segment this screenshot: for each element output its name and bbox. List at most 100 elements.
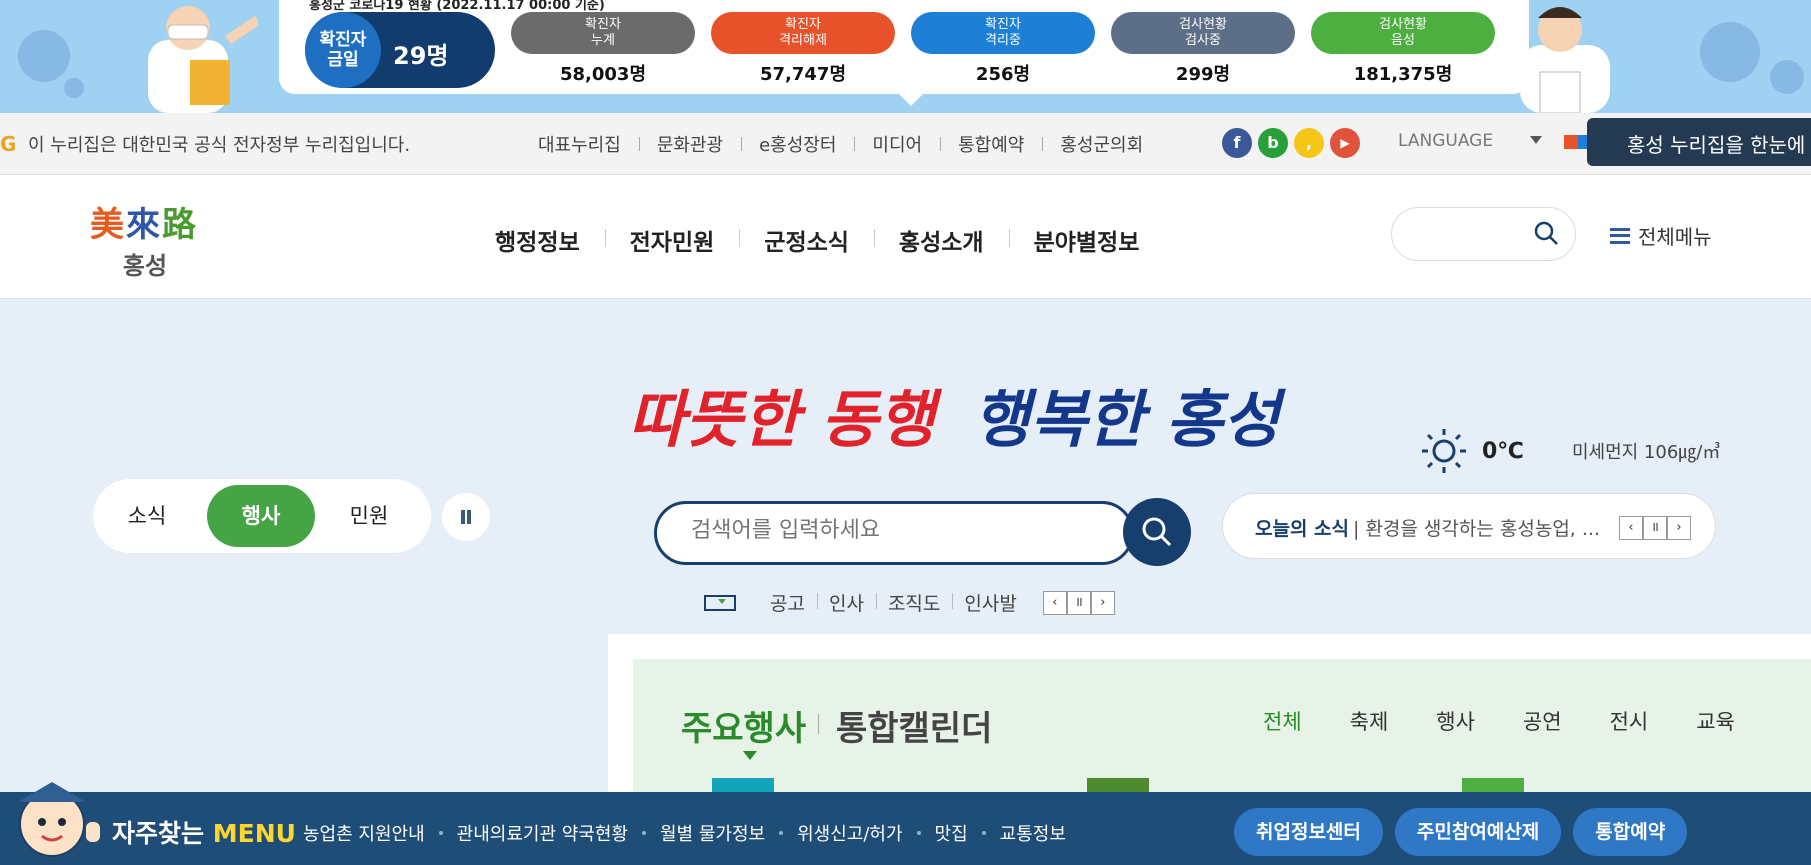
- event-tab-exhibit[interactable]: 전시: [1610, 706, 1649, 736]
- freq-link[interactable]: 관내의료기관 약국현황: [457, 820, 646, 846]
- tab-events[interactable]: 행사: [207, 485, 315, 547]
- tab-civil[interactable]: 민원: [315, 479, 423, 553]
- kakao-icon[interactable]: ,: [1294, 128, 1324, 158]
- utility-bar: G 이 누리집은 대한민국 공식 전자정부 누리집입니다. 대표누리집 문화관광…: [0, 113, 1811, 175]
- today-news-text[interactable]: | 환경을 생각하는 홍성농업, ...: [1353, 514, 1613, 541]
- frequent-buttons: 취업정보센터 주민참여예산제 통합예약: [1234, 808, 1688, 856]
- prev-icon[interactable]: ‹: [1619, 516, 1643, 540]
- event-tab-festival[interactable]: 축제: [1350, 706, 1389, 736]
- facebook-icon[interactable]: f: [1222, 128, 1252, 158]
- event-panel: 주요행사 통합캘린더 전체 축제 행사 공연 전시 교육: [608, 634, 1811, 794]
- stat-negative-value: 181,375명: [1353, 64, 1453, 85]
- logo-sub: 홍성: [122, 252, 168, 280]
- stat-negative-label: 검사현황 음성: [1311, 12, 1495, 54]
- today-confirmed-value: 29명: [393, 42, 449, 70]
- virus-decoration-icon: [64, 78, 84, 98]
- stat-negative: 검사현황 음성 181,375명: [1311, 12, 1495, 86]
- keyword-item[interactable]: 인사: [816, 589, 876, 616]
- nav-about[interactable]: 홍성소개: [873, 223, 1009, 257]
- stat-testing-label: 검사현황 검사중: [1111, 12, 1295, 54]
- freq-link[interactable]: 교통정보: [1000, 820, 1066, 846]
- hongsung-overview-button[interactable]: 홍성 누리집을 한눈에: [1587, 118, 1811, 166]
- today-news: 오늘의 소식 | 환경을 생각하는 홍성농업, ... ‹ ॥ ›: [1222, 493, 1716, 559]
- participatory-budget-button[interactable]: 주민참여예산제: [1394, 808, 1562, 856]
- weather-widget: 0℃ 미세먼지 106㎍/㎥: [1420, 427, 1720, 475]
- stat-testing: 검사현황 검사중 299명: [1111, 12, 1295, 86]
- doctor-illustration-icon: [148, 6, 258, 113]
- util-links: 대표누리집 문화관광 e홍성장터 미디어 통합예약 홍성군의회: [520, 131, 1161, 157]
- popular-keywords: 공고 인사 조직도 인사발 ‹ ॥ ›: [704, 589, 1115, 616]
- freq-link[interactable]: 월별 물가정보: [660, 820, 784, 846]
- card-notch: [899, 94, 923, 106]
- stat-total: 확진자 누계 58,003명: [511, 12, 695, 86]
- next-icon[interactable]: ›: [1090, 590, 1115, 615]
- frequent-links: 농업촌 지원안내 관내의료기관 약국현황 월별 물가정보 위생신고/허가 맛집 …: [303, 820, 1080, 846]
- sns-links: f b , ▶: [1222, 128, 1360, 158]
- util-link-media[interactable]: 미디어: [854, 131, 940, 157]
- search-icon[interactable]: [1533, 220, 1559, 246]
- event-tabs: 전체 축제 행사 공연 전시 교육: [1263, 706, 1783, 736]
- next-icon[interactable]: ›: [1667, 516, 1691, 540]
- stat-total-label: 확진자 누계: [511, 12, 695, 54]
- header-search-box[interactable]: [1391, 207, 1576, 261]
- stat-isolated: 확진자 격리중 256명: [911, 12, 1095, 86]
- pause-icon[interactable]: ॥: [1066, 590, 1091, 615]
- job-center-button[interactable]: 취업정보센터: [1234, 808, 1383, 856]
- nav-e-civil[interactable]: 전자민원: [604, 223, 740, 257]
- gov-notice-text[interactable]: 이 누리집은 대한민국 공식 전자정부 누리집입니다.: [28, 131, 410, 157]
- blog-icon[interactable]: b: [1258, 128, 1288, 158]
- event-title[interactable]: 주요행사: [681, 701, 806, 750]
- frequent-menu-title: 자주찾는 MENU: [112, 819, 296, 848]
- stat-total-value: 58,003명: [559, 64, 647, 85]
- keyword-item[interactable]: 조직도: [875, 589, 952, 616]
- event-caret-icon: [743, 751, 757, 760]
- info-tabs: 소식 행사 민원: [93, 479, 431, 553]
- freq-link[interactable]: 위생신고/허가: [797, 820, 921, 846]
- mascot-icon: [18, 782, 100, 857]
- keyword-item[interactable]: 공고: [758, 589, 817, 616]
- nav-field-info[interactable]: 분야별정보: [1008, 223, 1165, 257]
- nav-admin-info[interactable]: 행정정보: [470, 223, 605, 257]
- fine-dust: 미세먼지 106㎍/㎥: [1571, 442, 1721, 463]
- nav-county-news[interactable]: 군정소식: [739, 223, 874, 257]
- site-logo[interactable]: 美來路 홍성: [90, 197, 210, 280]
- event-tab-event[interactable]: 행사: [1436, 706, 1475, 736]
- event-tab-performance[interactable]: 공연: [1523, 706, 1562, 736]
- stat-isolated-value: 256명: [975, 64, 1031, 85]
- covid-banner: 홍성군 코로나19 현황 (2022.11.17 00:00 기준) 확진자 금일…: [0, 0, 1811, 113]
- util-link-reservation[interactable]: 통합예약: [940, 131, 1042, 157]
- news-controls: ‹ ॥ ›: [1619, 516, 1691, 540]
- keyword-item[interactable]: 인사발: [952, 589, 1028, 616]
- pause-icon[interactable]: ॥: [1643, 516, 1667, 540]
- tab-news[interactable]: 소식: [93, 479, 201, 553]
- reservation-button[interactable]: 통합예약: [1573, 808, 1688, 856]
- freq-link[interactable]: 맛집: [935, 820, 986, 846]
- gov-mark-icon: G: [0, 132, 17, 156]
- main-search-input[interactable]: [691, 518, 1091, 543]
- main-search-box: [654, 501, 1134, 565]
- virus-decoration-icon: [1770, 60, 1804, 94]
- event-tab-education[interactable]: 교육: [1696, 706, 1735, 736]
- util-link-main[interactable]: 대표누리집: [520, 131, 639, 157]
- all-menu-button[interactable]: 전체메뉴: [1610, 221, 1712, 250]
- main-nav: 행정정보 전자민원 군정소식 홍성소개 분야별정보: [470, 223, 1164, 257]
- main-search-button[interactable]: [1123, 498, 1191, 566]
- stat-testing-value: 299명: [1175, 64, 1231, 85]
- util-link-council[interactable]: 홍성군의회: [1042, 131, 1161, 157]
- util-link-culture[interactable]: 문화관광: [638, 131, 741, 157]
- language-caret-icon[interactable]: [1530, 136, 1542, 144]
- prev-icon[interactable]: ‹: [1042, 590, 1067, 615]
- freq-link[interactable]: 농업촌 지원안내: [303, 820, 443, 846]
- slogan: 따뜻한 동행 행복한 홍성: [628, 369, 1280, 459]
- all-menu-label: 전체메뉴: [1638, 225, 1712, 249]
- event-tab-all[interactable]: 전체: [1263, 706, 1302, 736]
- sun-icon: [1422, 429, 1466, 473]
- calendar-title[interactable]: 통합캘린더: [836, 701, 992, 750]
- language-select[interactable]: LANGUAGE: [1398, 131, 1493, 151]
- virus-decoration-icon: [1700, 22, 1760, 82]
- youtube-icon[interactable]: ▶: [1330, 128, 1360, 158]
- util-link-market[interactable]: e홍성장터: [741, 131, 854, 157]
- pause-button[interactable]: [442, 493, 490, 541]
- frequent-menu-bar: 자주찾는 MENU 농업촌 지원안내 관내의료기관 약국현황 월별 물가정보 위…: [0, 782, 1811, 865]
- event-panel-inner: 주요행사 통합캘린더 전체 축제 행사 공연 전시 교육: [633, 659, 1811, 794]
